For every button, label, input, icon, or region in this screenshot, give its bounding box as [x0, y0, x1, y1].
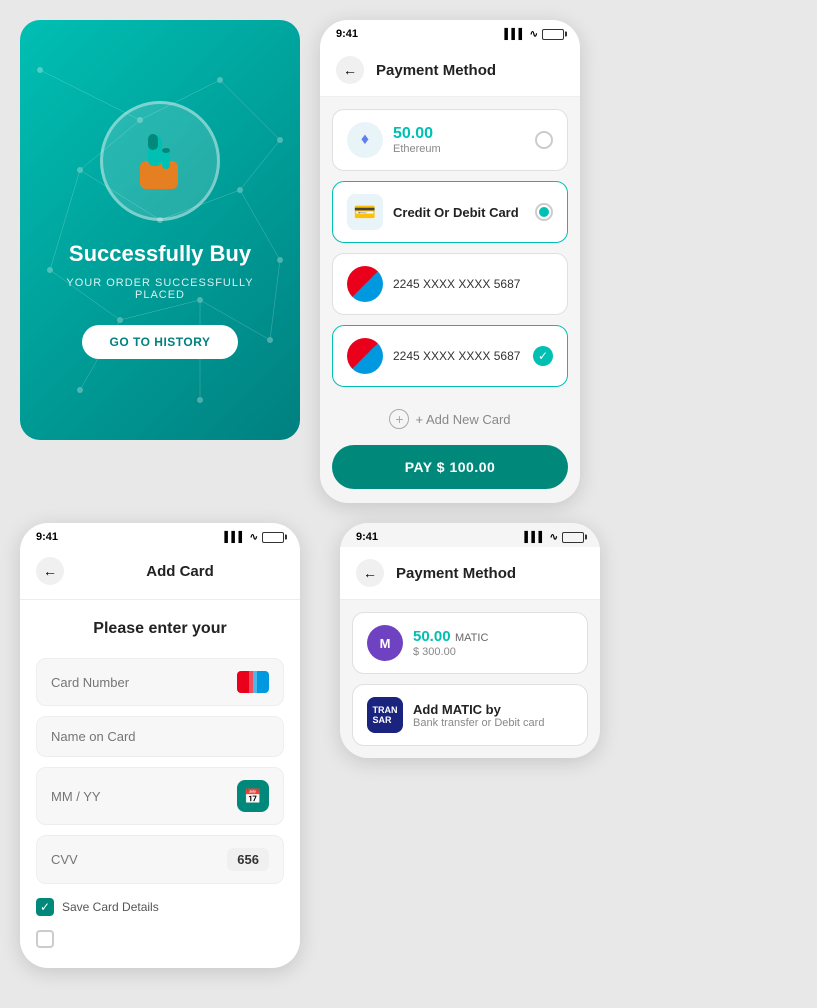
battery-icon-3: [262, 532, 284, 543]
wifi-icon-3: ∿: [250, 532, 258, 543]
transar-icon: TRANSAR: [367, 697, 403, 733]
matic-body: M 50.00 MATIC $ 300.00 TRANSAR Add MATIC…: [340, 600, 600, 758]
save-card-row[interactable]: ✓ Save Card Details: [36, 898, 284, 916]
status-icons: ▌▌▌ ∿: [504, 29, 564, 40]
matic-payment-screen: 9:41 ▌▌▌ ∿ ← Payment Method M 50.00 MATI…: [340, 523, 600, 758]
credit-card-info: Credit Or Debit Card: [393, 205, 525, 220]
credit-card-radio: [535, 203, 553, 221]
card-number-2: 2245 XXXX XXXX 5687: [393, 349, 523, 363]
status-time-3: 9:41: [36, 531, 58, 543]
ethereum-info: 50.00 Ethereum: [393, 125, 525, 155]
ethereum-radio: [535, 131, 553, 149]
go-to-history-button[interactable]: GO TO HISTORY: [82, 325, 239, 359]
battery-icon: [542, 29, 564, 40]
save-card-checkbox[interactable]: ✓: [36, 898, 54, 916]
credit-card-icon: 💳: [347, 194, 383, 230]
bank-transfer-subtitle: Bank transfer or Debit card: [413, 717, 573, 729]
wifi-icon-4: ∿: [550, 532, 558, 543]
matic-header-title: Payment Method: [396, 565, 516, 582]
success-content: Successfully Buy YOUR ORDER SUCCESSFULLY…: [20, 81, 300, 379]
card-number-row: [36, 658, 284, 706]
card-number-input[interactable]: [51, 675, 237, 690]
back-button[interactable]: ←: [336, 56, 364, 84]
matic-back-button[interactable]: ←: [356, 559, 384, 587]
cvv-value: 656: [227, 848, 269, 871]
ethereum-amount: 50.00: [393, 125, 525, 143]
matic-header: ← Payment Method: [340, 547, 600, 600]
please-enter-text: Please enter your: [36, 620, 284, 638]
cvv-row: 656: [36, 835, 284, 884]
cvv-placeholder[interactable]: [51, 852, 227, 867]
addcard-back-button[interactable]: ←: [36, 557, 64, 585]
add-card-screen: 9:41 ▌▌▌ ∿ ← Add Card Please enter your: [20, 523, 300, 968]
status-time: 9:41: [336, 28, 358, 40]
addcard-body: Please enter your 📅 656 ✓: [20, 600, 300, 968]
addcard-title: Add Card: [76, 563, 284, 580]
maestro-icon-input: [237, 671, 269, 693]
status-icons-4: ▌▌▌ ∿: [524, 532, 584, 543]
success-subtitle: YOUR ORDER SUCCESSFULLY PLACED: [40, 277, 280, 301]
add-card-label: + Add New Card: [415, 412, 510, 427]
wifi-icon: ∿: [530, 29, 538, 40]
status-bar: 9:41 ▌▌▌ ∿: [320, 20, 580, 44]
ethereum-option[interactable]: ♦ 50.00 Ethereum: [332, 109, 568, 171]
thumbs-icon: [100, 101, 220, 221]
matic-currency: MATIC: [455, 632, 488, 644]
matic-amount: 50.00: [413, 628, 451, 645]
maestro-logo-2: [347, 338, 383, 374]
expiry-row: 📅: [36, 767, 284, 825]
expiry-input[interactable]: [51, 789, 237, 804]
status-bar-4: 9:41 ▌▌▌ ∿: [340, 523, 600, 547]
payment-body: ♦ 50.00 Ethereum 💳 Credit Or Debit Card: [320, 97, 580, 399]
matic-option[interactable]: M 50.00 MATIC $ 300.00: [352, 612, 588, 674]
pay-button[interactable]: PAY $ 100.00: [332, 445, 568, 489]
payment-method-screen: 9:41 ▌▌▌ ∿ ← Payment Method ♦ 50.00 Ethe…: [320, 20, 580, 503]
matic-icon: M: [367, 625, 403, 661]
status-icons-3: ▌▌▌ ∿: [224, 532, 284, 543]
card-row-2[interactable]: 2245 XXXX XXXX 5687 ✓: [332, 325, 568, 387]
name-on-card-row: [36, 716, 284, 757]
maestro-logo-1: [347, 266, 383, 302]
bank-transfer-info: Add MATIC by Bank transfer or Debit card: [413, 702, 573, 729]
extra-checkbox-row[interactable]: [36, 930, 284, 948]
signal-icon-4: ▌▌▌: [524, 532, 545, 543]
save-card-label: Save Card Details: [62, 900, 159, 914]
payment-header: ← Payment Method: [320, 44, 580, 97]
credit-card-option[interactable]: 💳 Credit Or Debit Card: [332, 181, 568, 243]
plus-icon: +: [389, 409, 409, 429]
credit-card-label: Credit Or Debit Card: [393, 205, 525, 220]
card-number-1: 2245 XXXX XXXX 5687: [393, 277, 553, 291]
addcard-header: ← Add Card: [20, 547, 300, 600]
extra-checkbox[interactable]: [36, 930, 54, 948]
add-new-card-row[interactable]: + + Add New Card: [320, 399, 580, 439]
signal-icon: ▌▌▌: [504, 29, 525, 40]
ethereum-icon: ♦: [347, 122, 383, 158]
status-time-4: 9:41: [356, 531, 378, 543]
bank-transfer-title: Add MATIC by: [413, 702, 573, 717]
signal-icon-3: ▌▌▌: [224, 532, 245, 543]
matic-amount-row: 50.00 MATIC: [413, 628, 573, 646]
radio-selected: [539, 207, 549, 217]
success-screen: Successfully Buy YOUR ORDER SUCCESSFULLY…: [20, 20, 300, 440]
card-selected-check: ✓: [533, 346, 553, 366]
battery-icon-4: [562, 532, 584, 543]
ethereum-name: Ethereum: [393, 143, 525, 155]
matic-info: 50.00 MATIC $ 300.00: [413, 628, 573, 658]
bank-transfer-option[interactable]: TRANSAR Add MATIC by Bank transfer or De…: [352, 684, 588, 746]
calendar-icon[interactable]: 📅: [237, 780, 269, 812]
matic-usd-value: $ 300.00: [413, 646, 573, 658]
card-row-1[interactable]: 2245 XXXX XXXX 5687: [332, 253, 568, 315]
success-title: Successfully Buy: [69, 241, 251, 267]
payment-header-title: Payment Method: [376, 62, 496, 79]
status-bar-3: 9:41 ▌▌▌ ∿: [20, 523, 300, 547]
name-on-card-input[interactable]: [51, 729, 269, 744]
